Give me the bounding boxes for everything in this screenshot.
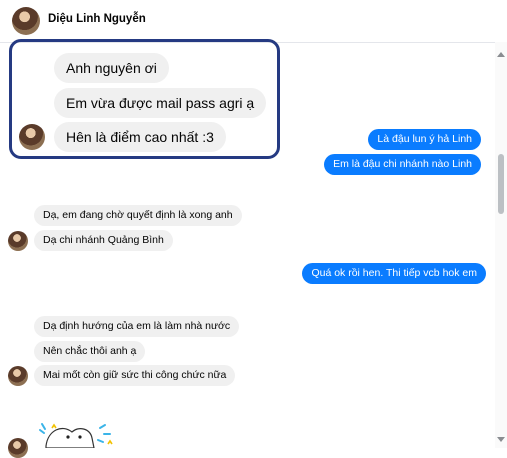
- outgoing-message[interactable]: Là đậu lun ý hả Linh: [368, 129, 481, 150]
- bunny-sticker-icon[interactable]: [38, 420, 118, 448]
- highlight-frame: [9, 39, 280, 159]
- sender-avatar[interactable]: [8, 438, 28, 458]
- outgoing-message[interactable]: Quá ok rồi hen. Thi tiếp vcb hok em: [302, 263, 486, 284]
- sender-avatar[interactable]: [8, 366, 28, 386]
- chat-scrollbar[interactable]: [495, 42, 507, 448]
- contact-name[interactable]: Diệu Linh Nguyễn: [48, 13, 146, 25]
- incoming-message[interactable]: Dạ chi nhánh Quảng Bình: [34, 230, 173, 251]
- scroll-thumb[interactable]: [498, 154, 504, 214]
- outgoing-message[interactable]: Em là đậu chi nhánh nào Linh: [324, 154, 481, 175]
- chat-header: Diệu Linh Nguyễn: [0, 0, 507, 43]
- incoming-message[interactable]: Dạ, em đang chờ quyết định là xong anh: [34, 205, 242, 226]
- contact-avatar[interactable]: [12, 7, 40, 35]
- scroll-down-icon[interactable]: [497, 437, 505, 442]
- incoming-message[interactable]: Dạ định hướng của em là làm nhà nước: [34, 316, 240, 337]
- incoming-message[interactable]: Nên chắc thôi anh ạ: [34, 341, 146, 362]
- sender-avatar[interactable]: [8, 231, 28, 251]
- incoming-message[interactable]: Mai mốt còn giữ sức thi công chức nữa: [34, 365, 236, 386]
- scroll-up-icon[interactable]: [497, 52, 505, 57]
